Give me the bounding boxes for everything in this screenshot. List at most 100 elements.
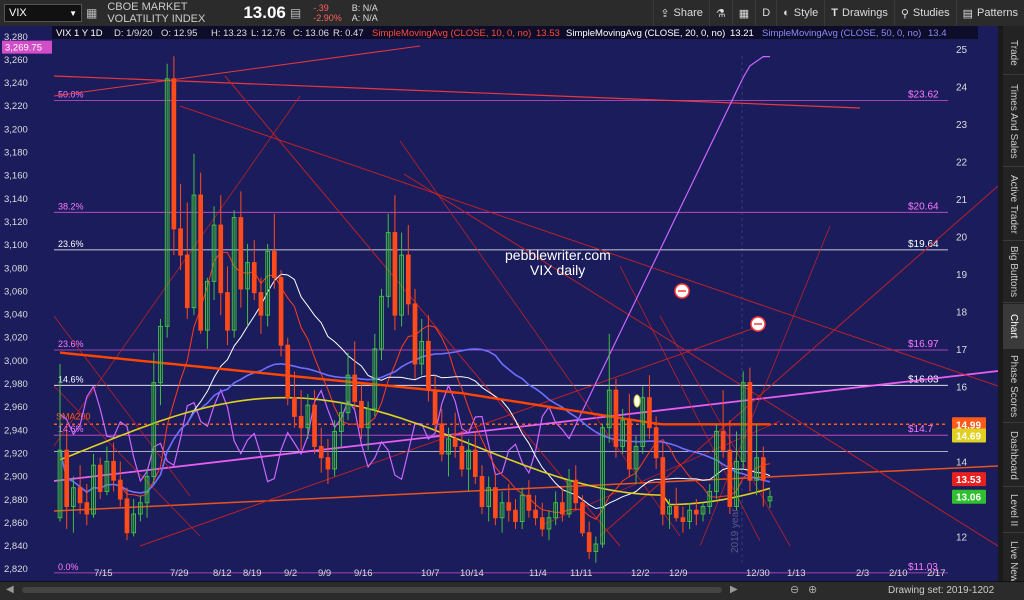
flask-button[interactable]: ⚗ <box>708 0 732 26</box>
right-axis-tick: 14 <box>956 457 968 468</box>
price-tag-value: 14.69 <box>956 432 981 443</box>
symbol-input[interactable]: VIX ▼ <box>4 4 82 22</box>
x-axis-tick: 8/19 <box>243 568 262 579</box>
zoom-out-icon[interactable]: ⊖ <box>790 583 799 596</box>
left-axis-tick: 3,140 <box>4 194 28 205</box>
sidebar-tab-chart[interactable]: Chart <box>1003 304 1024 349</box>
candle-body <box>747 382 753 481</box>
scroll-right-icon[interactable]: ▶ <box>730 584 738 595</box>
drawings-label: Drawings <box>842 7 888 19</box>
candle-body <box>439 423 445 455</box>
left-axis-tick: 2,960 <box>4 402 28 413</box>
x-axis-tick: 9/9 <box>318 568 331 579</box>
studies-button[interactable]: ⚲ Studies <box>893 0 956 26</box>
grid-icon[interactable]: ▦ <box>86 6 97 20</box>
fib-level-pct: 38.2% <box>58 201 84 211</box>
right-sidebar: Trade Times And Sales Active Trader Big But… <box>1003 26 1024 595</box>
candle-body <box>573 479 579 504</box>
left-axis-tick: 3,120 <box>4 217 28 228</box>
candle-body <box>586 532 592 552</box>
candle-body <box>560 502 565 515</box>
bid-value: B: N/A <box>351 3 378 13</box>
sidebar-tab-level-ii[interactable]: Level II <box>1003 488 1024 533</box>
x-axis-tick: 11/11 <box>570 568 592 579</box>
left-axis-tick: 2,820 <box>4 564 28 575</box>
price-tag-value: 13.06 <box>956 493 981 504</box>
left-axis-tick: 3,080 <box>4 263 28 274</box>
candle-body <box>325 457 331 470</box>
x-axis-tick: 8/12 <box>213 568 232 579</box>
sidebar-tab-trade[interactable]: Trade <box>1003 32 1024 75</box>
chart-mini-icon[interactable]: ▤ <box>290 6 301 20</box>
sidebar-tab-dashboard[interactable]: Dashboard <box>1003 424 1024 487</box>
left-axis-tick: 3,260 <box>4 55 28 66</box>
candle-body <box>278 277 284 346</box>
candle-body <box>392 232 398 316</box>
candle-body <box>412 303 418 365</box>
right-axis-tick: 17 <box>956 345 968 356</box>
aggregation-button[interactable]: D <box>755 0 776 26</box>
drawing-set-label[interactable]: Drawing set: 2019-1202 <box>888 585 994 596</box>
candle-body <box>727 449 733 507</box>
x-axis-tick: 12/2 <box>631 568 650 579</box>
candle-body <box>251 262 257 294</box>
left-axis-tick: 2,840 <box>4 541 28 552</box>
annotation-title: VIX daily <box>530 262 585 278</box>
studies-label: Studies <box>912 7 950 19</box>
fib-level-pct: 23.6% <box>58 239 84 249</box>
right-axis-tick: 18 <box>956 307 968 318</box>
candle-body <box>452 438 458 447</box>
horizontal-scrollbar[interactable] <box>22 587 722 593</box>
candle-body <box>760 457 766 481</box>
info-field: SimpleMovingAvg (CLOSE, 10, 0, no) <box>372 28 531 39</box>
candle-body <box>352 374 358 402</box>
info-field: D: 1/9/20 <box>114 28 153 39</box>
candle-body <box>526 494 532 511</box>
info-field: L: 12.76 <box>251 28 285 39</box>
candle-body <box>506 502 512 511</box>
zoom-in-icon[interactable]: ⊕ <box>808 583 817 596</box>
info-field: SimpleMovingAvg (CLOSE, 20, 0, no) <box>566 28 725 39</box>
left-axis-tick: 2,940 <box>4 425 28 436</box>
patterns-button[interactable]: ▤ Patterns <box>955 0 1024 26</box>
candle-body <box>184 254 190 309</box>
price-chart[interactable]: 50.0% $23.6238.2% $20.6423.6% $19.6423.6% $1… <box>0 26 998 581</box>
left-axis-tick: 3,240 <box>4 78 28 89</box>
fib-level-pct: 23.6% <box>58 339 84 349</box>
scroll-left-icon[interactable]: ◀ <box>6 584 14 595</box>
left-axis-tick: 3,020 <box>4 333 28 344</box>
candle-body <box>64 449 70 507</box>
candle-body <box>225 292 230 331</box>
share-button[interactable]: ⇪ Share <box>653 0 709 26</box>
sidebar-tab-active-trader[interactable]: Active Trader <box>1003 168 1024 241</box>
info-field: SimpleMovingAvg (CLOSE, 50, 0, no) <box>762 28 921 39</box>
x-axis-tick: 10/14 <box>460 568 484 579</box>
left-axis-tick: 3,220 <box>4 101 28 112</box>
sidebar-tab-phase-scores[interactable]: Phase Scores <box>1003 350 1024 423</box>
style-label: Style <box>793 7 819 19</box>
x-axis-tick: 2/10 <box>889 568 908 579</box>
left-axis-tick: 2,900 <box>4 472 28 483</box>
chevron-down-icon[interactable]: ▼ <box>69 9 77 18</box>
candle-body <box>720 430 726 451</box>
candle-body <box>258 292 264 316</box>
grid-layout-button[interactable]: ▦ <box>731 0 755 26</box>
chart-area[interactable]: 50.0% $23.62 38.2% $20.64 23.6% $19.64 23.6% $1… <box>0 26 998 581</box>
grid-layout-icon: ▦ <box>738 7 750 20</box>
info-field: R: 0.47 <box>333 28 364 39</box>
aggregation-label: D <box>762 7 771 19</box>
candle-body <box>613 389 619 447</box>
left-price-tag: 3,269.75 <box>5 43 42 54</box>
candle-body <box>626 419 632 470</box>
right-axis-tick: 20 <box>956 232 968 243</box>
sidebar-tab-times-and-sales[interactable]: Times And Sales <box>1003 76 1024 167</box>
x-axis-tick: 12/9 <box>669 568 688 579</box>
year-marker-label: 2019 year <box>730 508 741 553</box>
sidebar-tab-big-buttons[interactable]: Big Buttons <box>1003 242 1024 303</box>
candle-body <box>84 502 90 515</box>
candle-body <box>271 250 277 279</box>
left-axis-tick: 3,000 <box>4 356 28 367</box>
drawings-button[interactable]: T Drawings <box>824 0 894 26</box>
style-button[interactable]: ◐ Style <box>776 0 824 26</box>
info-field: 13.53 <box>536 28 560 39</box>
